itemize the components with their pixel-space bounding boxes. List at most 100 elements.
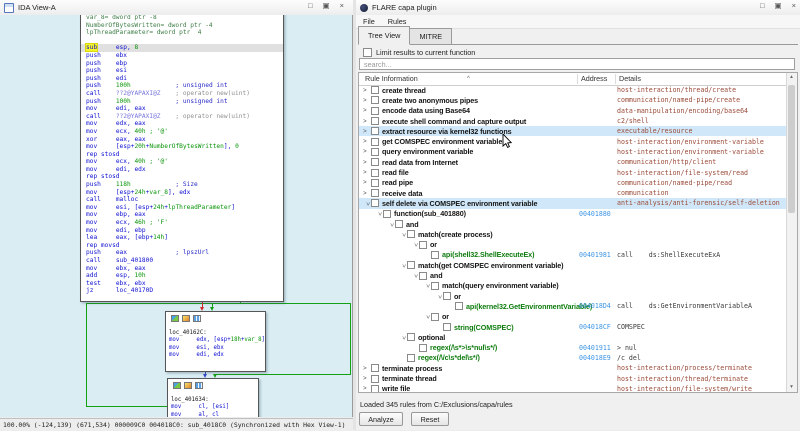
- expand-icon[interactable]: >: [363, 148, 371, 155]
- row-checkbox[interactable]: [371, 168, 379, 177]
- basic-block-sub-4018C0[interactable]: var_8= dword ptr -8 NumberOfBytesWritten=…: [80, 15, 284, 302]
- expand-icon[interactable]: >: [363, 365, 371, 372]
- search-input[interactable]: search...: [359, 58, 795, 70]
- tree-row[interactable]: regex(/\s*>\s*nul\s*/) 00401911 > nul: [359, 343, 787, 353]
- tree-row[interactable]: > write file host-interaction/file-system/…: [359, 384, 787, 392]
- tree-row[interactable]: > encode data using Base64 data-manipulati…: [359, 106, 787, 116]
- row-checkbox[interactable]: [371, 199, 379, 208]
- row-checkbox[interactable]: [371, 106, 379, 115]
- row-checkbox[interactable]: [431, 250, 439, 259]
- row-checkbox[interactable]: [443, 292, 451, 301]
- maximize-icon[interactable]: □: [308, 1, 313, 10]
- expand-icon[interactable]: >: [363, 169, 371, 176]
- row-checkbox[interactable]: [383, 209, 391, 218]
- expand-icon[interactable]: >: [363, 375, 371, 382]
- tree-row[interactable]: api(kernel32.GetEnvironmentVariable) 0040…: [359, 301, 787, 311]
- expand-icon[interactable]: >: [363, 190, 371, 197]
- row-checkbox[interactable]: [371, 117, 379, 126]
- reset-button[interactable]: Reset: [411, 412, 449, 426]
- limit-checkbox[interactable]: [363, 48, 372, 57]
- menu-rules[interactable]: Rules: [388, 17, 407, 26]
- row-checkbox[interactable]: [371, 86, 379, 95]
- row-address[interactable]: 004018D4: [579, 302, 611, 310]
- tree-row[interactable]: > read pipe communication/named-pipe/read: [359, 178, 787, 188]
- analyze-button[interactable]: Analyze: [359, 412, 403, 426]
- close-icon[interactable]: ×: [792, 1, 796, 10]
- row-checkbox[interactable]: [371, 96, 379, 105]
- row-checkbox[interactable]: [371, 374, 379, 383]
- tree-row[interactable]: > terminate thread host-interaction/thread…: [359, 373, 787, 383]
- tree-row[interactable]: > create two anonymous pipes communication…: [359, 95, 787, 105]
- row-address[interactable]: 00401880: [579, 210, 611, 218]
- tree-row[interactable]: > terminate process host-interaction/proce…: [359, 363, 787, 373]
- tree-row[interactable]: > match(create process): [359, 229, 787, 239]
- tab-tree-view[interactable]: Tree View: [358, 26, 411, 45]
- scrollbar-thumb[interactable]: [788, 85, 795, 213]
- row-address[interactable]: 00401981: [579, 251, 611, 259]
- row-checkbox[interactable]: [371, 137, 379, 146]
- tree-row[interactable]: > query environment variable host-interact…: [359, 147, 787, 157]
- tree-row[interactable]: > or: [359, 312, 787, 322]
- row-checkbox[interactable]: [371, 127, 379, 136]
- row-checkbox[interactable]: [371, 147, 379, 156]
- tree-row[interactable]: > function(sub_401880) 00401880: [359, 209, 787, 219]
- tree-row[interactable]: > get COMSPEC environment variable host-in…: [359, 137, 787, 147]
- row-address[interactable]: 004018CF: [579, 323, 611, 331]
- maximize-icon[interactable]: □: [760, 1, 765, 10]
- row-checkbox[interactable]: [407, 333, 415, 342]
- row-checkbox[interactable]: [371, 158, 379, 167]
- tree-row[interactable]: > read data from Internet communication/ht…: [359, 157, 787, 167]
- row-checkbox[interactable]: [431, 312, 439, 321]
- tree-row[interactable]: > self delete via COMSPEC environment var…: [359, 198, 787, 209]
- float-window-icon[interactable]: ▣: [775, 1, 782, 10]
- row-checkbox[interactable]: [419, 343, 427, 352]
- limit-checkbox-row[interactable]: Limit results to current function: [363, 48, 475, 57]
- column-address[interactable]: Address: [581, 73, 607, 85]
- expand-icon[interactable]: >: [363, 179, 371, 186]
- tree-row[interactable]: > or: [359, 291, 787, 301]
- expand-icon[interactable]: >: [363, 385, 371, 392]
- column-rule-information[interactable]: Rule Information: [365, 73, 418, 85]
- row-checkbox[interactable]: [419, 271, 427, 280]
- row-checkbox[interactable]: [371, 189, 379, 198]
- close-icon[interactable]: ×: [340, 1, 344, 10]
- tree-row[interactable]: > match(get COMSPEC environment variable): [359, 260, 787, 270]
- tree-row[interactable]: > extract resource via kernel32 functions…: [359, 126, 787, 137]
- tree-row[interactable]: > and: [359, 270, 787, 280]
- expand-icon[interactable]: >: [363, 138, 371, 145]
- column-details[interactable]: Details: [619, 73, 641, 85]
- tree-row[interactable]: regex(/\/c\s*del\s*/) 004018E9/c del: [359, 353, 787, 363]
- row-address[interactable]: 004018E9: [579, 354, 611, 362]
- row-checkbox[interactable]: [371, 178, 379, 187]
- expand-icon[interactable]: >: [363, 118, 371, 125]
- ida-graph-view[interactable]: var_8= dword ptr -8 NumberOfBytesWritten=…: [0, 15, 353, 417]
- tree-row[interactable]: > match(query environment variable): [359, 281, 787, 291]
- tree-row[interactable]: > receive data communication: [359, 188, 787, 198]
- row-checkbox[interactable]: [455, 302, 463, 311]
- expand-icon[interactable]: >: [363, 159, 371, 166]
- row-checkbox[interactable]: [395, 220, 403, 229]
- scroll-down-icon[interactable]: ▾: [787, 383, 796, 392]
- vertical-scrollbar[interactable]: ▴ ▾: [786, 73, 797, 392]
- row-checkbox[interactable]: [431, 281, 439, 290]
- row-checkbox[interactable]: [407, 261, 415, 270]
- tree-row[interactable]: > read file host-interaction/file-system/r…: [359, 167, 787, 177]
- row-checkbox[interactable]: [419, 240, 427, 249]
- rule-tree[interactable]: Rule Information Address Details ^ > crea…: [358, 72, 798, 393]
- tree-row[interactable]: > optional: [359, 332, 787, 342]
- row-checkbox[interactable]: [407, 230, 415, 239]
- expand-icon[interactable]: >: [363, 128, 371, 135]
- scroll-up-icon[interactable]: ▴: [787, 73, 796, 82]
- tree-row[interactable]: > execute shell command and capture outpu…: [359, 116, 787, 126]
- expand-icon[interactable]: >: [363, 107, 371, 114]
- tab-mitre[interactable]: MITRE: [409, 28, 453, 45]
- tree-row[interactable]: > or: [359, 240, 787, 250]
- tree-row[interactable]: > and: [359, 219, 787, 229]
- row-checkbox[interactable]: [371, 364, 379, 373]
- float-window-icon[interactable]: ▣: [323, 1, 330, 10]
- row-checkbox[interactable]: [407, 353, 415, 362]
- basic-block-loc-401634[interactable]: loc_401634: mov cl, [esi] mov al, cl: [167, 378, 259, 417]
- menu-file[interactable]: File: [363, 17, 375, 26]
- tree-row[interactable]: > create thread host-interaction/thread/cr…: [359, 85, 787, 95]
- row-checkbox[interactable]: [443, 323, 451, 332]
